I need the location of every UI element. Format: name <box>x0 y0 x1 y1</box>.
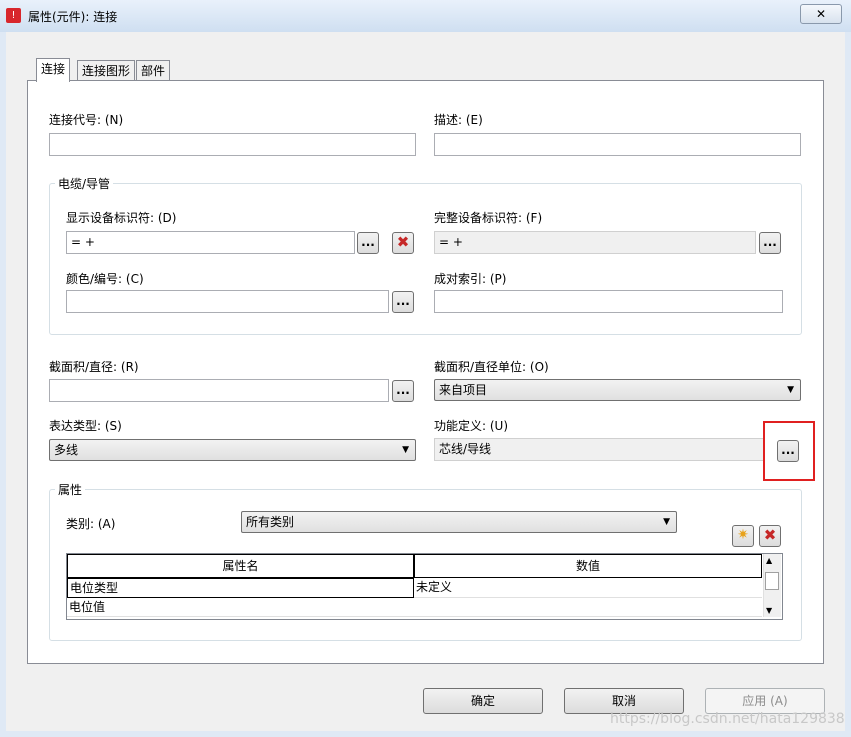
full-device-id-label: 完整设备标识符: (F) <box>434 211 543 225</box>
category-label: 类别: (A) <box>66 517 116 531</box>
function-definition-label: 功能定义: (U) <box>434 419 509 433</box>
table-row-value[interactable] <box>414 598 762 617</box>
table-row-name[interactable]: 电位值 <box>67 598 414 617</box>
description-label: 描述: (E) <box>434 113 483 127</box>
cross-section-input[interactable] <box>49 379 389 402</box>
chevron-down-icon: ▼ <box>787 385 794 395</box>
ok-button[interactable]: 确定 <box>423 688 543 714</box>
highlight-box <box>763 421 815 481</box>
connection-code-label: 连接代号: (N) <box>49 113 124 127</box>
scroll-up-icon[interactable]: ▲ <box>766 556 772 565</box>
display-device-id-label: 显示设备标识符: (D) <box>66 211 177 225</box>
delete-property-icon[interactable]: ✖ <box>759 525 781 547</box>
color-number-label: 颜色/编号: (C) <box>66 272 144 286</box>
title-bar <box>0 0 851 32</box>
pair-index-input[interactable] <box>434 290 783 313</box>
full-device-id-input[interactable]: = + <box>434 231 756 254</box>
color-number-browse-button[interactable]: ... <box>392 291 414 313</box>
window-title: 属性(元件): 连接 <box>28 10 118 24</box>
new-property-icon[interactable]: ✷ <box>732 525 754 547</box>
cross-section-unit-select[interactable]: 来自项目 ▼ <box>434 379 801 401</box>
delete-icon[interactable]: ✖ <box>392 232 414 254</box>
column-header-value[interactable]: 数值 <box>414 554 762 578</box>
table-row-value[interactable]: 未定义 <box>414 578 762 598</box>
tab-connection-graphics[interactable]: 连接图形 <box>77 60 136 81</box>
tab-connection[interactable]: 连接 <box>36 58 71 82</box>
tab-parts[interactable]: 部件 <box>136 60 171 81</box>
representation-type-label: 表达类型: (S) <box>49 419 122 433</box>
scroll-down-icon[interactable]: ▼ <box>766 606 772 615</box>
close-button[interactable]: ✕ <box>800 4 842 24</box>
display-device-id-input[interactable]: = + <box>66 231 355 254</box>
cross-section-unit-value: 来自项目 <box>439 383 488 397</box>
display-device-id-browse-button[interactable]: ... <box>357 232 379 254</box>
representation-type-select[interactable]: 多线 ▼ <box>49 439 416 461</box>
category-select[interactable]: 所有类别 ▼ <box>241 511 677 533</box>
full-device-id-browse-button[interactable]: ... <box>759 232 781 254</box>
color-number-input[interactable] <box>66 290 389 313</box>
watermark: https://blog.csdn.net/hata129838 <box>610 711 845 727</box>
connection-code-input[interactable] <box>49 133 416 156</box>
properties-group-title: 属性 <box>55 481 86 498</box>
cable-group-title: 电缆/导管 <box>55 175 114 192</box>
cross-section-browse-button[interactable]: ... <box>392 380 414 402</box>
category-value: 所有类别 <box>246 515 295 529</box>
column-header-name[interactable]: 属性名 <box>67 554 414 578</box>
scroll-thumb[interactable] <box>765 572 779 590</box>
pair-index-label: 成对索引: (P) <box>434 272 507 286</box>
cross-section-label: 截面积/直径: (R) <box>49 360 139 374</box>
chevron-down-icon: ▼ <box>663 517 670 527</box>
warning-icon: ! <box>6 8 21 23</box>
description-input[interactable] <box>434 133 801 156</box>
representation-type-value: 多线 <box>54 443 79 457</box>
chevron-down-icon: ▼ <box>402 445 409 455</box>
table-row-name[interactable]: 电位类型 <box>67 578 414 598</box>
function-definition-input[interactable]: 芯线/导线 <box>434 438 764 461</box>
cross-section-unit-label: 截面积/直径单位: (O) <box>434 360 549 374</box>
